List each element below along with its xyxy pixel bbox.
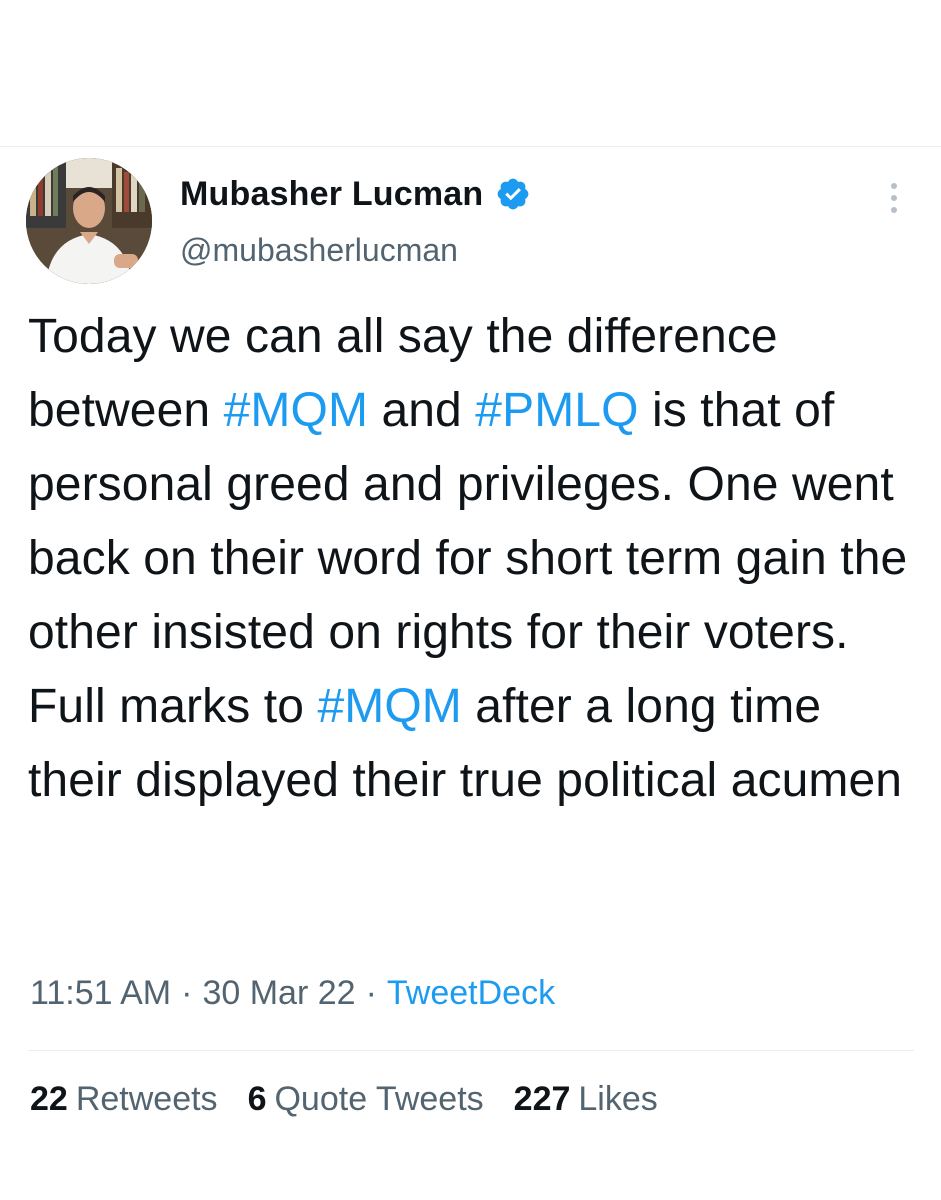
engagement-stats: 22 Retweets 6 Quote Tweets 227 Likes xyxy=(30,1080,658,1119)
meta-separator: · xyxy=(365,974,377,1012)
retweets-label: Retweets xyxy=(75,1080,218,1118)
more-vertical-icon[interactable] xyxy=(882,178,906,218)
tweet-text: Today we can all say the difference betw… xyxy=(28,300,918,818)
likes-stat[interactable]: 227 Likes xyxy=(514,1080,658,1119)
retweets-count: 22 xyxy=(30,1080,68,1118)
quote-tweets-stat[interactable]: 6 Quote Tweets xyxy=(248,1080,484,1119)
author-handle[interactable]: @mubasherlucman xyxy=(180,232,458,269)
quotes-label: Quote Tweets xyxy=(274,1080,484,1118)
tweet-meta: 11:51 AM · 30 Mar 22 · TweetDeck xyxy=(30,974,555,1013)
top-divider xyxy=(0,146,941,147)
meta-separator: · xyxy=(181,974,193,1012)
likes-count: 227 xyxy=(513,1080,571,1118)
avatar[interactable] xyxy=(26,158,152,284)
tweet-date[interactable]: 30 Mar 22 xyxy=(202,974,355,1012)
avatar-photo xyxy=(26,158,152,284)
display-name[interactable]: Mubasher Lucman xyxy=(180,175,483,214)
hashtag-link-pmlq[interactable]: #PMLQ xyxy=(475,384,638,437)
verified-badge-icon xyxy=(495,176,531,212)
tweet-time[interactable]: 11:51 AM xyxy=(30,974,171,1012)
hashtag-link-mqm[interactable]: #MQM xyxy=(224,384,368,437)
tweet-page: Mubasher Lucman @mubasherlucman Today we… xyxy=(0,0,941,1200)
likes-label: Likes xyxy=(578,1080,658,1118)
author-row: Mubasher Lucman xyxy=(180,170,531,218)
quotes-count: 6 xyxy=(247,1080,267,1118)
stats-divider xyxy=(28,1050,914,1051)
hashtag-link-mqm[interactable]: #MQM xyxy=(317,680,461,733)
tweet-source-link[interactable]: TweetDeck xyxy=(387,974,555,1012)
tweet-text-segment: and xyxy=(368,384,476,437)
retweets-stat[interactable]: 22 Retweets xyxy=(30,1080,218,1119)
